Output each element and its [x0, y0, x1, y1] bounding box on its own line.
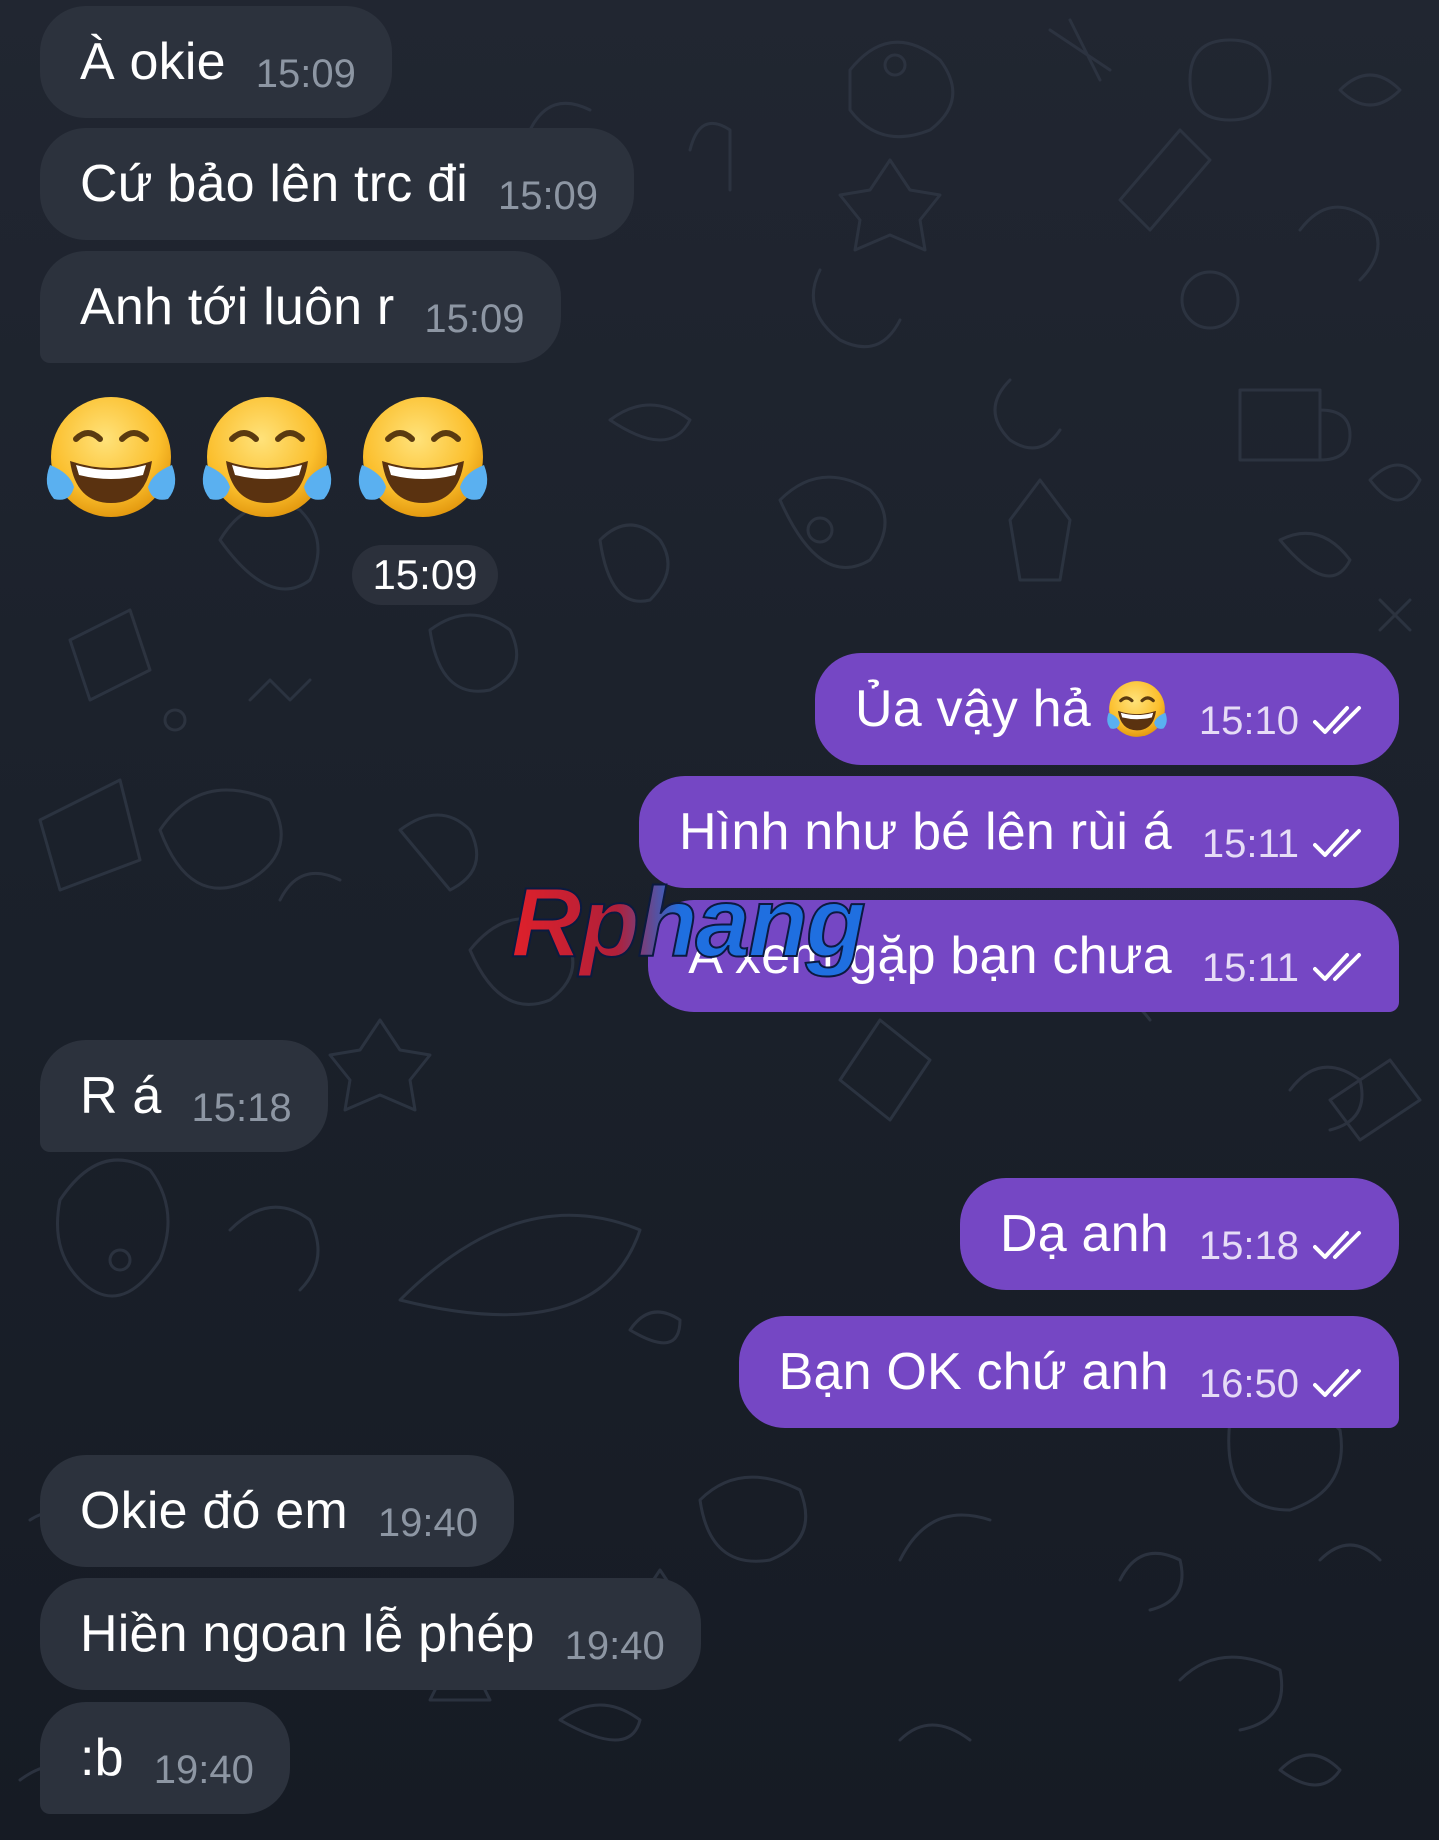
message-time: 15:11	[1201, 945, 1299, 990]
message-time: 15:18	[191, 1085, 292, 1130]
incoming-message[interactable]: À okie 15:09	[40, 6, 392, 118]
watermark-text: Rphang	[511, 867, 865, 977]
message-time: 19:40	[377, 1500, 478, 1545]
message-text: R á	[80, 1067, 162, 1125]
message-time: 15:09	[255, 51, 356, 96]
outgoing-message[interactable]: Bạn OK chứ anh 16:50	[738, 1316, 1399, 1428]
double-check-icon	[1313, 706, 1361, 734]
face-with-tears-of-joy-icon	[202, 397, 332, 517]
incoming-message[interactable]: Okie đó em 19:40	[40, 1455, 514, 1567]
message-text: À okie	[80, 33, 226, 91]
message-text: Cứ bảo lên trc đi	[80, 155, 468, 213]
double-check-icon	[1313, 1231, 1361, 1259]
message-text: Ủa vậy hả	[854, 680, 1091, 738]
message-text: Hiền ngoan lễ phép	[80, 1605, 535, 1663]
incoming-message[interactable]: Hiền ngoan lễ phép 19:40	[40, 1578, 701, 1690]
face-with-tears-of-joy-icon	[46, 397, 176, 517]
incoming-message[interactable]: R á 15:18	[40, 1040, 328, 1152]
message-time: 16:50	[1198, 1361, 1299, 1406]
message-text: Anh tới luôn r	[80, 278, 395, 336]
message-text: Bạn OK chứ anh	[778, 1343, 1169, 1401]
face-with-tears-of-joy-icon	[358, 397, 488, 517]
double-check-icon	[1313, 1369, 1361, 1397]
message-time: 15:10	[1198, 698, 1299, 743]
double-check-icon	[1313, 829, 1361, 857]
outgoing-message[interactable]: Dạ anh 15:18	[960, 1178, 1399, 1290]
outgoing-message[interactable]: Ủa vậy hả 15:10	[814, 653, 1399, 765]
message-text: Okie đó em	[80, 1482, 348, 1540]
message-time: 15:11	[1201, 821, 1299, 866]
message-text: :b	[80, 1729, 124, 1787]
message-text: Hình như bé lên rùi á	[678, 803, 1172, 861]
message-time: 19:40	[564, 1623, 665, 1668]
message-time: 19:40	[153, 1747, 254, 1792]
face-with-tears-of-joy-icon	[1107, 681, 1167, 737]
double-check-icon	[1313, 953, 1361, 981]
incoming-message[interactable]: Cứ bảo lên trc đi 15:09	[40, 128, 635, 240]
incoming-message[interactable]: Anh tới luôn r 15:09	[40, 251, 561, 363]
message-text: Dạ anh	[1000, 1205, 1169, 1263]
incoming-message[interactable]: :b 19:40	[40, 1702, 290, 1814]
message-time: 15:09	[352, 545, 498, 605]
message-time: 15:18	[1198, 1223, 1299, 1268]
message-time: 15:09	[424, 296, 525, 341]
watermark-logo: Rphang	[510, 866, 868, 978]
message-time: 15:09	[497, 173, 599, 218]
